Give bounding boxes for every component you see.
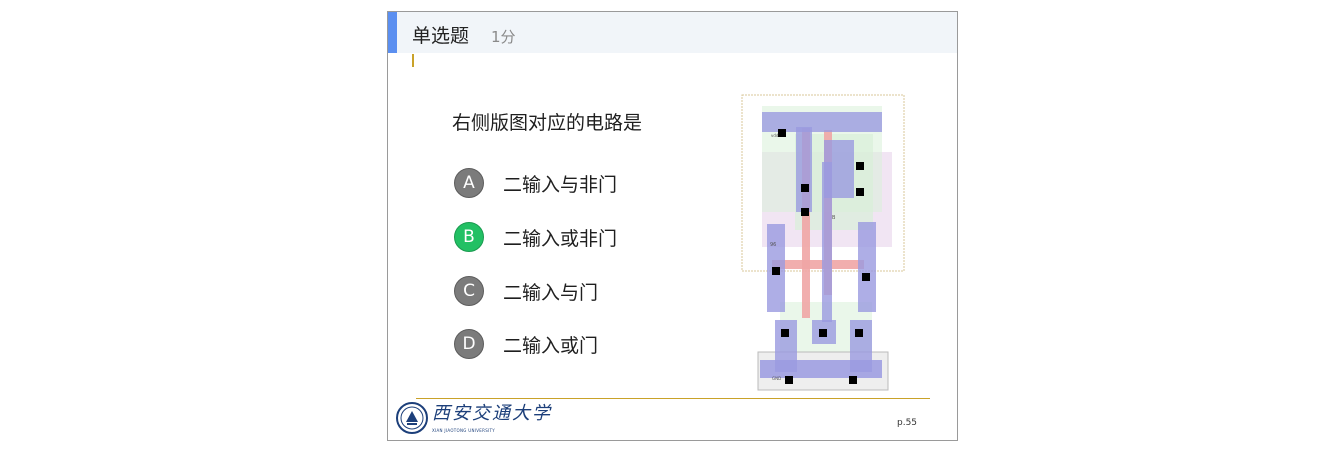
university-name: 西安交通大学 — [432, 403, 552, 424]
option-d-badge[interactable]: D — [454, 329, 484, 359]
text-cursor — [412, 54, 414, 67]
question-score: 1分 — [491, 28, 516, 46]
option-a-badge[interactable]: A — [454, 168, 484, 198]
university-name-en: XIAN JIAOTONG UNIVERSITY — [432, 428, 495, 433]
slide: 单选题 1分 右侧版图对应的电路是 A 二输入与非门 B 二输入或非门 C 二输… — [387, 11, 958, 441]
option-c-text[interactable]: 二输入与门 — [503, 278, 598, 305]
question-header: 单选题 1分 — [388, 12, 957, 53]
layout-diagram: vdd B 96 GND — [741, 94, 905, 391]
university-logo-icon — [396, 402, 428, 434]
option-c[interactable]: C 二输入与门 — [454, 275, 598, 307]
header-accent-bar — [388, 12, 397, 53]
footer-divider — [416, 398, 930, 399]
option-c-badge[interactable]: C — [454, 276, 484, 306]
question-type: 单选题 — [412, 25, 470, 47]
page-number: p.55 — [897, 418, 918, 428]
layout-label-bottom: GND — [772, 376, 781, 381]
option-b-badge[interactable]: B — [454, 222, 484, 252]
layout-label-top: vdd — [771, 133, 779, 138]
question-text: 右侧版图对应的电路是 — [452, 112, 643, 134]
option-a-text[interactable]: 二输入与非门 — [503, 170, 617, 197]
option-d-text[interactable]: 二输入或门 — [503, 331, 598, 358]
layout-label-mid: B — [832, 215, 836, 221]
layout-label-left: 96 — [770, 242, 776, 248]
option-b-text[interactable]: 二输入或非门 — [503, 224, 617, 251]
option-a[interactable]: A 二输入与非门 — [454, 167, 617, 199]
option-d[interactable]: D 二输入或门 — [454, 328, 598, 360]
option-b[interactable]: B 二输入或非门 — [454, 221, 617, 253]
